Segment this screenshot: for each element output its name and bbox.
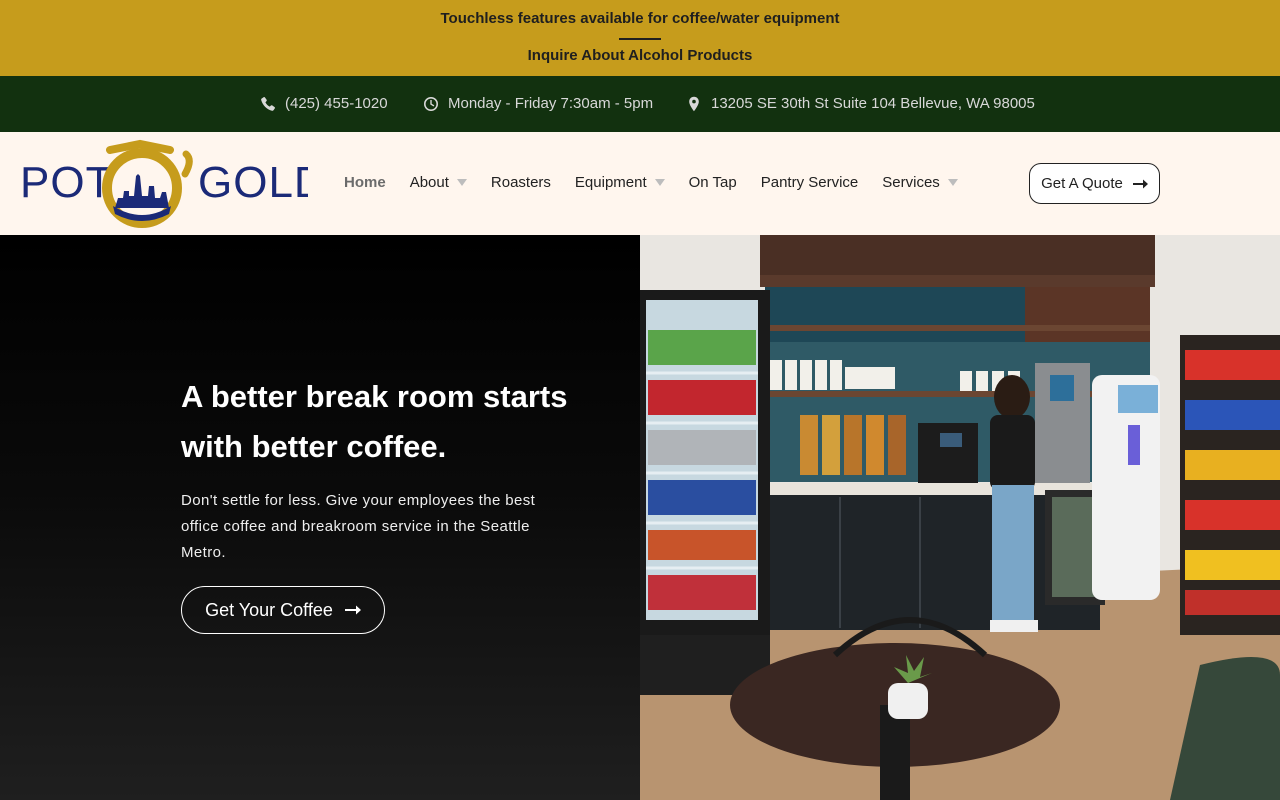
hours-info: Monday - Friday 7:30am - 5pm	[423, 95, 653, 112]
svg-text:GOLD: GOLD	[198, 158, 308, 207]
hero-description: Don't settle for less. Give your employe…	[181, 492, 536, 561]
phone-contact[interactable]: (425) 455-1020	[260, 95, 388, 112]
pot-o-gold-logo[interactable]: POT GOLD	[18, 136, 308, 230]
map-pin-icon	[689, 96, 699, 111]
nav-item-pantry-service[interactable]: Pantry Service	[761, 174, 859, 191]
street-address: 13205 SE 30th St Suite 104 Bellevue, WA …	[711, 95, 1035, 112]
svg-text:POT: POT	[20, 158, 113, 207]
nav-label: On Tap	[688, 174, 737, 191]
nav-item-home[interactable]: Home	[344, 174, 386, 191]
site-header: POT GOLD Home About Roasters Equipment O…	[0, 132, 1280, 235]
get-a-quote-button[interactable]: Get A Quote	[1029, 163, 1160, 204]
announcement-divider	[619, 38, 661, 40]
main-nav: Home About Roasters Equipment On Tap Pan…	[344, 174, 982, 191]
hero-section: A better break room starts with better c…	[0, 235, 640, 800]
hero-title: A better break room starts with better c…	[181, 379, 568, 464]
nav-label: Services	[882, 174, 940, 191]
breakroom-photo	[640, 235, 1280, 800]
quote-button-label: Get A Quote	[1041, 175, 1123, 192]
nav-item-on-tap[interactable]: On Tap	[689, 174, 737, 191]
nav-label: Equipment	[574, 174, 647, 191]
nav-item-equipment[interactable]: Equipment	[575, 174, 665, 191]
chevron-down-icon	[947, 179, 958, 186]
alcohol-inquiry-link[interactable]: Inquire About Alcohol Products	[0, 47, 1280, 64]
phone-icon	[261, 96, 275, 111]
contact-bar: (425) 455-1020 Monday - Friday 7:30am - …	[0, 76, 1280, 132]
chevron-down-icon	[456, 179, 467, 186]
nav-label: Pantry Service	[760, 174, 859, 191]
nav-label: Home	[344, 174, 386, 191]
cta-label: Get Your Coffee	[205, 599, 333, 620]
nav-label: About	[409, 174, 449, 191]
nav-item-roasters[interactable]: Roasters	[491, 174, 551, 191]
phone-number: (425) 455-1020	[285, 95, 388, 112]
nav-label: Roasters	[490, 174, 551, 191]
arrow-right-icon	[1132, 179, 1148, 188]
get-your-coffee-button[interactable]: Get Your Coffee	[181, 586, 385, 634]
arrow-right-icon	[344, 605, 361, 615]
address-info[interactable]: 13205 SE 30th St Suite 104 Bellevue, WA …	[686, 95, 1035, 112]
nav-item-about[interactable]: About	[410, 174, 467, 191]
touchless-notice: Touchless features available for coffee/…	[440, 10, 840, 27]
breakroom-illustration	[640, 235, 1280, 800]
clock-icon	[424, 96, 438, 111]
chevron-down-icon	[654, 179, 665, 186]
business-hours: Monday - Friday 7:30am - 5pm	[448, 95, 654, 112]
nav-item-services[interactable]: Services	[882, 174, 958, 191]
announcement-bar: Touchless features available for coffee/…	[0, 0, 1280, 76]
